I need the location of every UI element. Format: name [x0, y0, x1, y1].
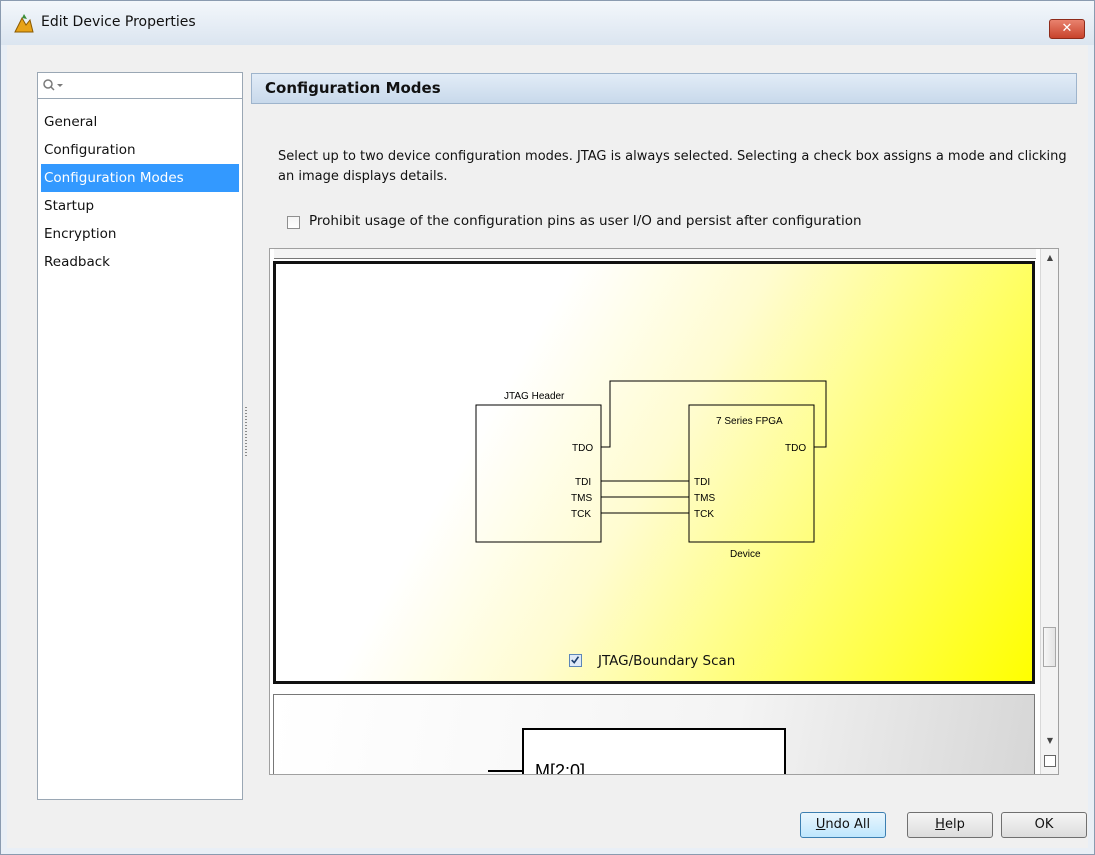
- scroll-corner-icon[interactable]: [1044, 755, 1056, 767]
- page-title: Configuration Modes: [251, 73, 1077, 104]
- wire-tdo-loop: [601, 380, 827, 448]
- undo-all-mnemonic: U: [815, 817, 826, 832]
- sidebar-item-configuration-modes[interactable]: Configuration Modes: [41, 164, 239, 192]
- vertical-scrollbar[interactable]: ▲ ▼: [1040, 249, 1058, 774]
- search-icon[interactable]: [42, 78, 64, 94]
- close-button[interactable]: ✕: [1049, 19, 1085, 39]
- sidebar-item-encryption[interactable]: Encryption: [38, 220, 242, 248]
- header-pin-tck: TCK: [571, 509, 591, 520]
- scroll-up-arrow-icon[interactable]: ▲: [1041, 253, 1058, 267]
- sidebar-item-configuration[interactable]: Configuration: [38, 136, 242, 164]
- panel-description: Select up to two device configuration mo…: [278, 149, 1067, 184]
- jtag-header-box: [475, 404, 602, 543]
- sidebar-item-startup[interactable]: Startup: [38, 192, 242, 220]
- dialog-client-area: General Configuration Configuration Mode…: [7, 45, 1088, 848]
- scroll-thumb[interactable]: [1043, 627, 1056, 667]
- search-input[interactable]: [38, 73, 242, 99]
- fpga-title: 7 Series FPGA: [716, 416, 783, 427]
- category-list: General Configuration Configuration Mode…: [38, 108, 242, 276]
- next-mode-diagram: M[2:0]: [488, 728, 786, 775]
- sidebar-item-general[interactable]: General: [38, 108, 242, 136]
- previous-mode-card-edge: [274, 249, 1036, 259]
- header-pin-tdi: TDI: [575, 477, 591, 488]
- fpga-pin-tms: TMS: [694, 493, 715, 504]
- title-bar: Edit Device Properties ✕: [1, 1, 1094, 45]
- ok-button[interactable]: OK: [1001, 812, 1087, 838]
- header-pin-tdo: TDO: [572, 443, 593, 454]
- jtag-checkbox[interactable]: [569, 654, 582, 667]
- jtag-checkbox-label[interactable]: JTAG/Boundary Scan: [598, 653, 735, 669]
- checkmark-icon: [571, 656, 580, 664]
- undo-all-label: ndo All: [825, 817, 871, 832]
- modes-scroll-area[interactable]: JTAG Header 7 Series FPGA Device TDO TDI…: [269, 248, 1059, 775]
- jtag-header-title: JTAG Header: [504, 391, 565, 402]
- prohibit-checkbox-label[interactable]: Prohibit usage of the configuration pins…: [309, 213, 862, 229]
- edit-device-properties-window: Edit Device Properties ✕ General Configu…: [0, 0, 1095, 855]
- splitter-handle[interactable]: [245, 407, 247, 457]
- fpga-pin-tdi: TDI: [694, 477, 710, 488]
- vivado-app-icon: [14, 14, 34, 33]
- jtag-diagram[interactable]: JTAG Header 7 Series FPGA Device TDO TDI…: [276, 264, 1032, 681]
- mode-pin-label: M[2:0]: [535, 761, 585, 775]
- fpga-pin-tdo: TDO: [785, 443, 806, 454]
- prohibit-checkbox[interactable]: [287, 216, 300, 229]
- sidebar-item-readback[interactable]: Readback: [38, 248, 242, 276]
- window-title: Edit Device Properties: [41, 14, 196, 30]
- device-label: Device: [730, 549, 761, 560]
- help-label: elp: [944, 817, 965, 832]
- next-mode-card[interactable]: M[2:0]: [273, 694, 1035, 775]
- header-pin-tms: TMS: [571, 493, 592, 504]
- help-mnemonic: H: [935, 817, 945, 832]
- fpga-pin-tck: TCK: [694, 509, 714, 520]
- jtag-mode-card[interactable]: JTAG Header 7 Series FPGA Device TDO TDI…: [273, 261, 1035, 684]
- scroll-down-arrow-icon[interactable]: ▼: [1041, 736, 1058, 750]
- undo-all-button[interactable]: Undo All: [800, 812, 886, 838]
- category-sidebar: General Configuration Configuration Mode…: [37, 72, 243, 800]
- help-button[interactable]: Help: [907, 812, 993, 838]
